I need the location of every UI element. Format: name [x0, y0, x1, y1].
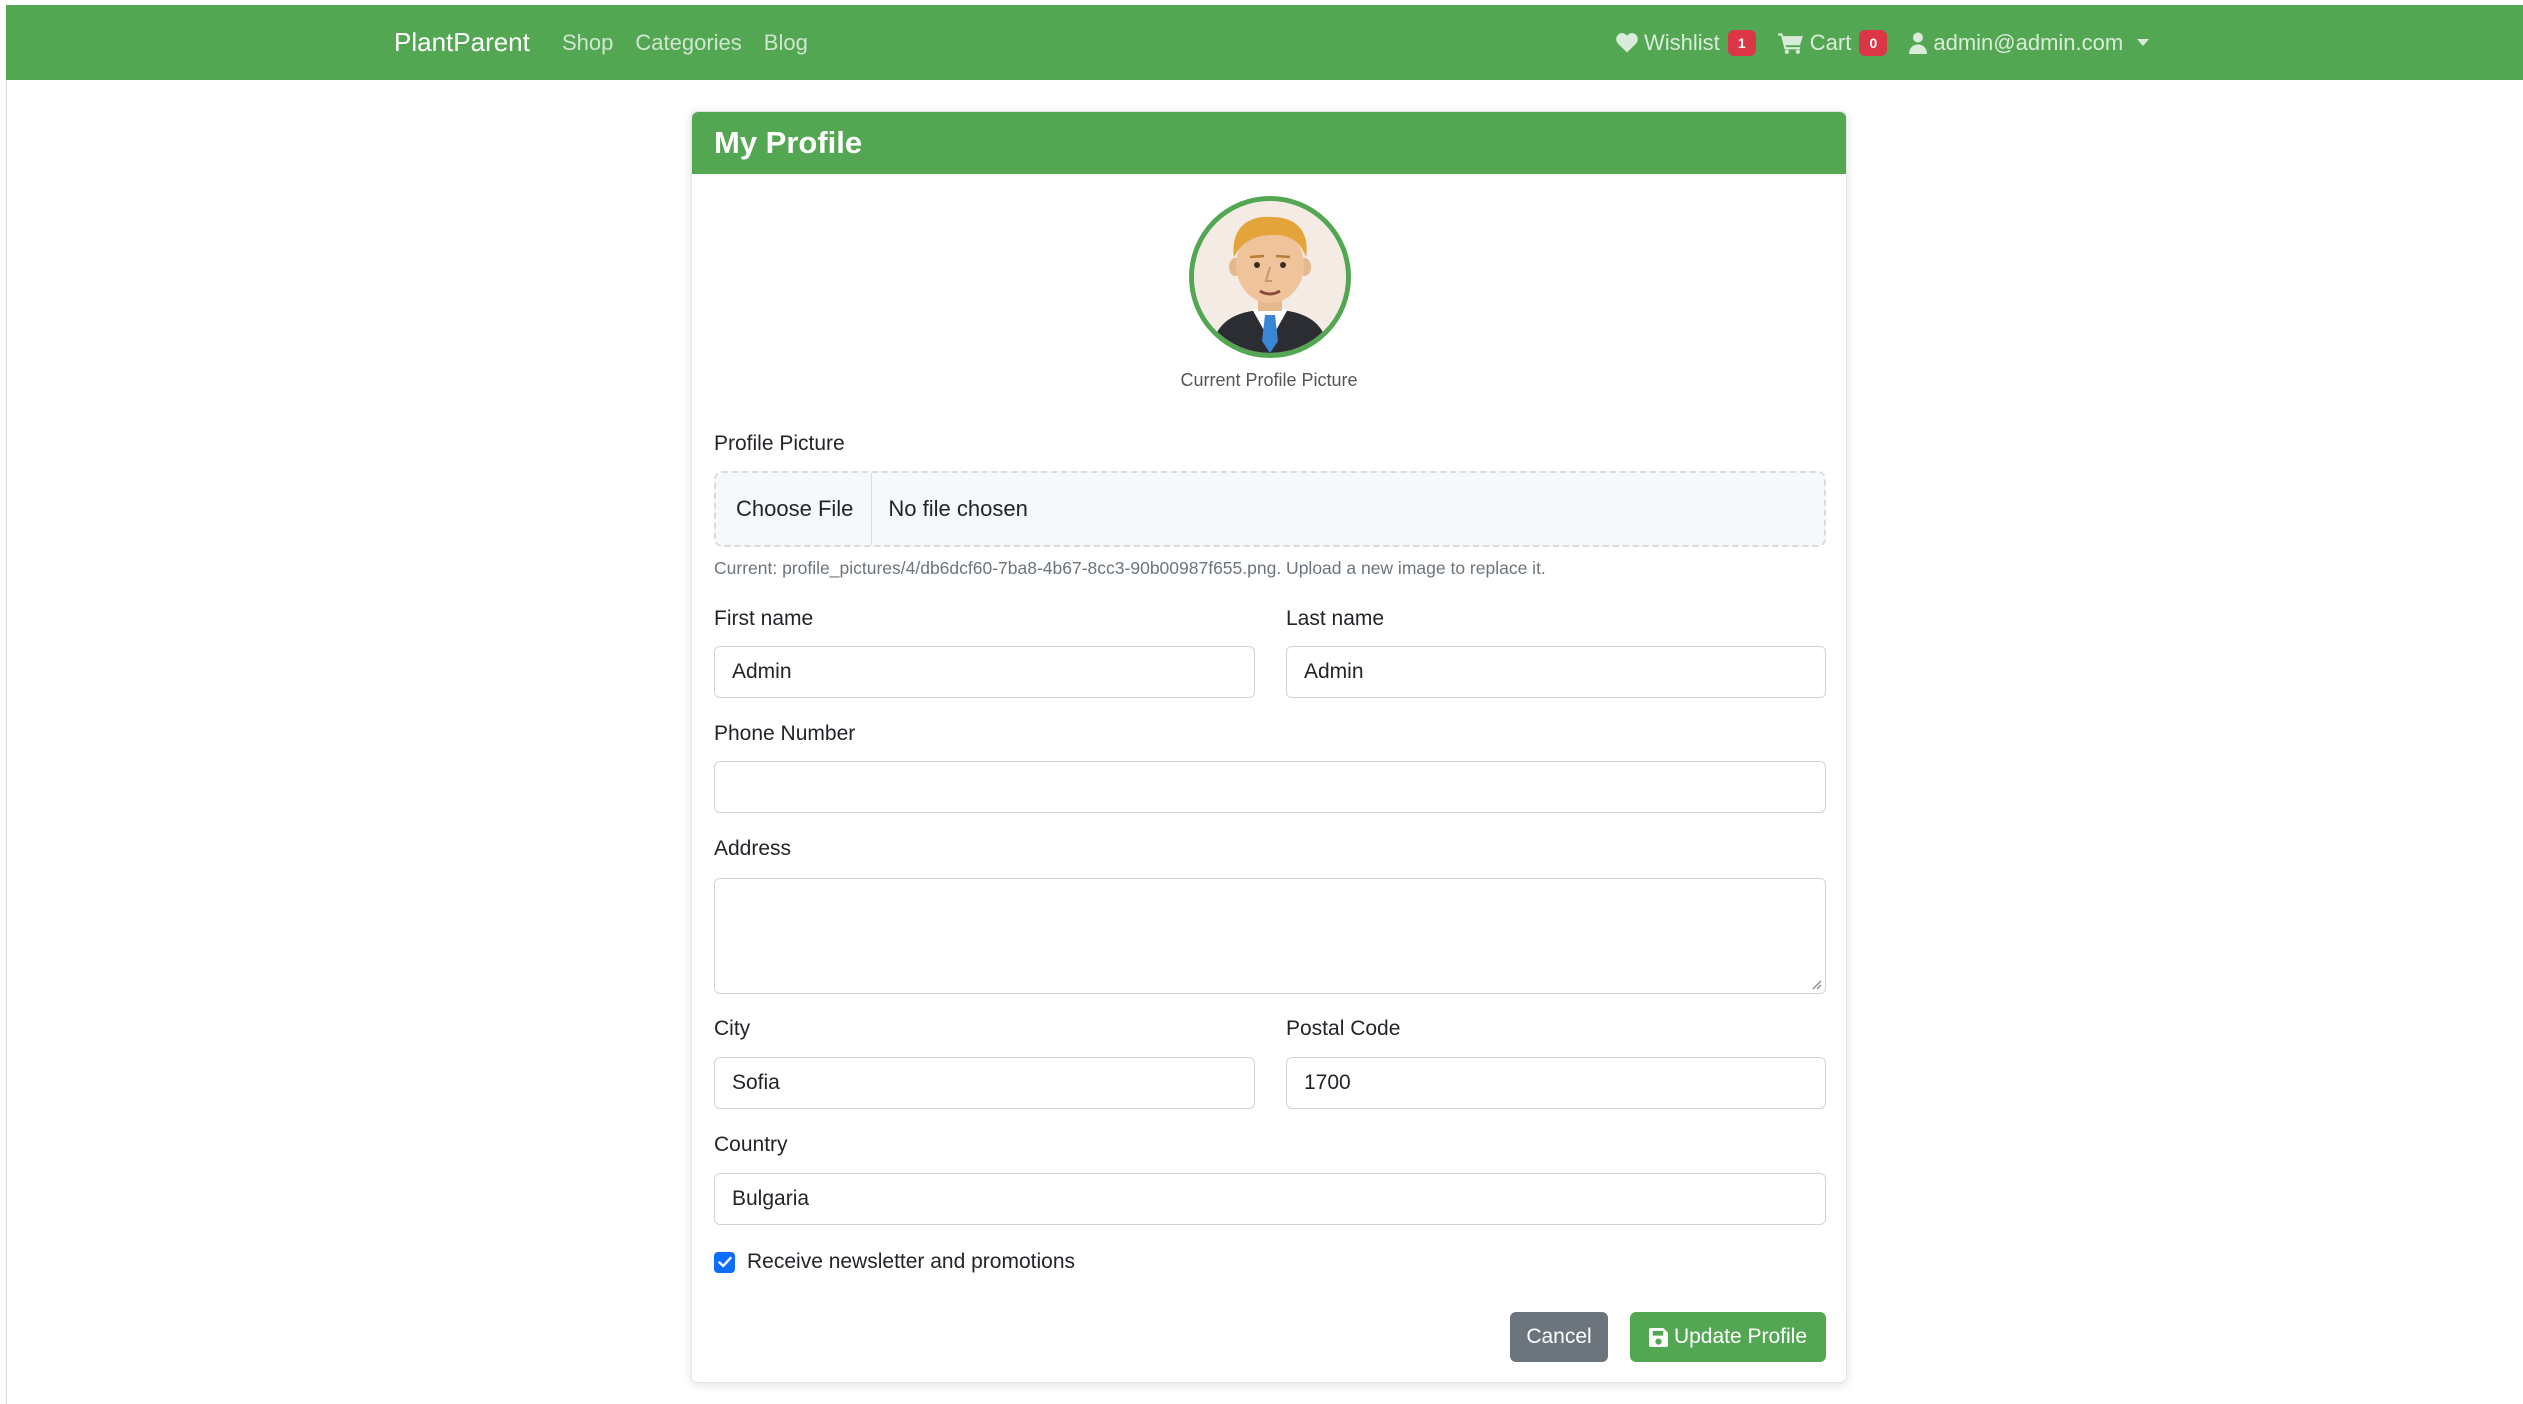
resize-grip-icon[interactable] — [1810, 978, 1822, 990]
navbar: PlantParent Shop Categories Blog Wishlis… — [6, 5, 2523, 80]
last-name-label: Last name — [1286, 607, 1385, 630]
wishlist-link[interactable]: Wishlist 1 — [1616, 29, 1756, 56]
postal-code-label: Postal Code — [1286, 1017, 1401, 1040]
check-icon — [717, 1256, 732, 1268]
cart-link[interactable]: Cart 0 — [1777, 29, 1888, 56]
first-name-field[interactable]: Admin — [714, 646, 1255, 698]
address-label: Address — [714, 837, 792, 860]
city-field[interactable]: Sofia — [714, 1057, 1255, 1109]
save-icon — [1648, 1327, 1668, 1347]
newsletter-label: Receive newsletter and promotions — [747, 1250, 1076, 1273]
country-field[interactable]: Bulgaria — [714, 1173, 1826, 1225]
user-email: admin@admin.com — [1933, 29, 2124, 55]
wishlist-count-badge: 1 — [1727, 29, 1756, 56]
caret-down-icon — [2137, 39, 2150, 46]
phone-label: Phone Number — [714, 722, 856, 745]
update-profile-label: Update Profile — [1673, 1325, 1808, 1348]
choose-file-button[interactable]: Choose File — [716, 473, 873, 545]
card-header: My Profile — [692, 112, 1846, 174]
country-label: Country — [714, 1133, 788, 1156]
profile-picture-label: Profile Picture — [714, 432, 845, 455]
update-profile-button[interactable]: Update Profile — [1630, 1312, 1826, 1362]
cancel-button[interactable]: Cancel — [1510, 1312, 1608, 1362]
user-dropdown[interactable]: admin@admin.com — [1909, 29, 2150, 56]
cart-label: Cart — [1809, 29, 1852, 55]
last-name-field[interactable]: Admin — [1286, 646, 1826, 698]
nav-link-blog[interactable]: Blog — [764, 30, 808, 56]
cart-icon — [1777, 32, 1803, 54]
profile-card: My Profile Current Profile Picture Profi… — [691, 111, 1847, 1383]
phone-field[interactable] — [714, 761, 1826, 813]
cart-count-badge: 0 — [1859, 29, 1888, 56]
newsletter-option: Receive newsletter and promotions — [714, 1250, 1075, 1274]
brand-logo[interactable]: PlantParent — [394, 5, 530, 80]
nav-links: Shop Categories Blog — [562, 5, 808, 80]
profile-picture-input[interactable]: Choose File No file chosen — [714, 471, 1826, 547]
address-field[interactable] — [714, 878, 1826, 994]
first-name-label: First name — [714, 607, 814, 630]
nav-link-shop[interactable]: Shop — [562, 30, 613, 56]
page-title: My Profile — [714, 125, 863, 160]
file-status: No file chosen — [888, 496, 1028, 521]
avatar — [1189, 196, 1351, 358]
user-icon — [1909, 32, 1928, 54]
profile-picture-help: Current: profile_pictures/4/db6dcf60-7ba… — [714, 558, 1546, 578]
nav-right: Wishlist 1 Cart 0 admin@admin.com — [1616, 5, 2150, 80]
avatar-caption: Current Profile Picture — [1180, 370, 1358, 390]
wishlist-label: Wishlist — [1644, 29, 1720, 55]
nav-link-categories[interactable]: Categories — [635, 30, 741, 56]
heart-icon — [1616, 32, 1638, 53]
postal-code-field[interactable]: 1700 — [1286, 1057, 1826, 1109]
city-label: City — [714, 1017, 751, 1040]
newsletter-checkbox[interactable] — [714, 1251, 735, 1273]
